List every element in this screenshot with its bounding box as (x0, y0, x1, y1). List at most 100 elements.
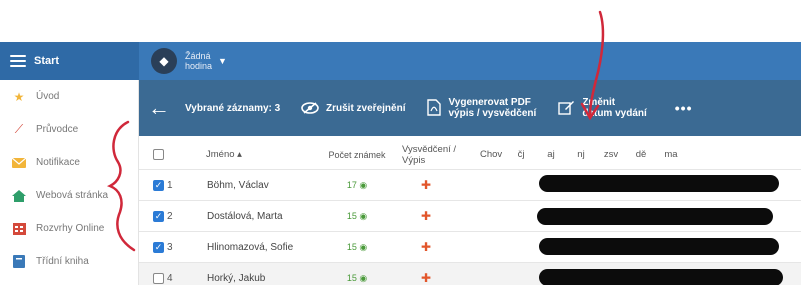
pdf-file-icon (427, 99, 442, 117)
chevron-down-icon[interactable]: ▼ (218, 56, 227, 66)
grade-count[interactable]: 17 ◉ (318, 180, 396, 191)
grade-count-value: 15 (346, 241, 357, 252)
grade-count-value: 15 (346, 272, 357, 283)
header-subject[interactable]: nj (566, 149, 596, 160)
sidebar-item-label: Úvod (36, 91, 60, 102)
change-date-button[interactable]: Změnit datum vydání (558, 97, 647, 119)
row-select-cell: ✓ 1 (139, 179, 175, 191)
sidebar-item-label: Třídní kniha (36, 256, 89, 267)
table-row[interactable]: 4 Horký, Jakub 15 ◉ ✚ (139, 263, 801, 285)
grade-count[interactable]: 15 ◉ (318, 211, 396, 222)
row-checkbox[interactable]: ✓ (153, 179, 164, 191)
select-all-cell (139, 149, 175, 160)
hamburger-icon[interactable] (10, 55, 26, 67)
sidebar-item-pruvodce[interactable]: ⟋ Průvodce (0, 113, 138, 146)
header-subject[interactable]: čj (506, 149, 536, 160)
start-menu-button[interactable]: Start (0, 42, 139, 80)
row-index: 1 (167, 179, 173, 191)
edit-icon (558, 100, 575, 116)
home-icon (12, 189, 26, 203)
row-checkbox[interactable]: ✓ (153, 210, 164, 222)
sidebar-item-tridni-kniha[interactable]: Třídní kniha (0, 245, 138, 278)
eye-icon: ◉ (356, 179, 368, 190)
header-subject[interactable]: zsv (596, 149, 626, 160)
row-checkbox[interactable]: ✓ (153, 241, 164, 253)
students-table: Jméno ▴ Počet známek Vysvědčení / Výpis … (139, 140, 801, 285)
certificate-plus-icon[interactable]: ✚ (396, 271, 476, 285)
student-name[interactable]: Horký, Jakub (175, 273, 318, 284)
sidebar-item-label: Webová stránka (36, 190, 109, 201)
selection-action-bar: ← Vybrané záznamy: 3 Zrušit zveřejnění V… (139, 80, 801, 136)
star-icon: ★ (13, 89, 25, 104)
grade-count[interactable]: 15 ◉ (318, 273, 396, 284)
row-select-cell: 4 (139, 272, 175, 284)
redaction-mark (537, 208, 773, 225)
row-select-cell: ✓ 2 (139, 210, 175, 222)
hide-publish-button[interactable]: Zrušit zveřejnění (301, 101, 406, 115)
back-arrow-icon[interactable]: ← (139, 95, 179, 121)
sidebar-item-rozvrhy-online[interactable]: Rozvrhy Online (0, 212, 138, 245)
grade-count-value: 15 (346, 210, 357, 221)
top-bar: Start ◆ Žádná hodina ▼ (0, 42, 801, 80)
certificate-plus-icon[interactable]: ✚ (396, 178, 476, 192)
student-name[interactable]: Böhm, Václav (175, 180, 318, 191)
redaction-mark (539, 269, 783, 285)
sidebar-item-webova-stranka[interactable]: Webová stránka (0, 179, 138, 212)
header-subject[interactable]: Chov (476, 149, 506, 160)
header-subject[interactable]: aj (536, 149, 566, 160)
table-row[interactable]: ✓ 2 Dostálová, Marta 15 ◉ ✚ (139, 201, 801, 232)
table-row[interactable]: ✓ 3 Hlinomazová, Sofie 15 ◉ ✚ (139, 232, 801, 263)
sidebar: ★ Úvod ⟋ Průvodce Notifikace Webová strá… (0, 80, 139, 285)
hour-line-2: hodina (185, 61, 213, 71)
row-checkbox[interactable] (153, 272, 164, 284)
change-date-line-1: Změnit (582, 97, 616, 108)
book-icon (12, 255, 26, 269)
sidebar-item-label: Rozvrhy Online (36, 223, 105, 234)
header-subject[interactable]: ma (656, 149, 686, 160)
generate-pdf-line-1: Vygenerovat PDF (448, 97, 531, 108)
hour-selector[interactable]: ◆ Žádná hodina ▼ (151, 48, 227, 74)
certificate-plus-icon[interactable]: ✚ (396, 209, 476, 223)
hide-publish-label: Zrušit zveřejnění (326, 102, 406, 114)
student-name[interactable]: Dostálová, Marta (175, 211, 318, 222)
eye-icon: ◉ (356, 210, 368, 221)
envelope-icon (12, 156, 26, 170)
header-count[interactable]: Počet známek (318, 150, 396, 160)
table-row[interactable]: ✓ 1 Böhm, Václav 17 ◉ ✚ (139, 170, 801, 201)
header-cert[interactable]: Vysvědčení / Výpis (396, 144, 476, 166)
generate-pdf-label: Vygenerovat PDF výpis / vysvědčení (448, 97, 536, 119)
change-date-label: Změnit datum vydání (582, 97, 646, 119)
redaction-mark (539, 175, 779, 192)
more-options-icon[interactable]: ••• (675, 100, 693, 116)
header-name[interactable]: Jméno ▴ (175, 149, 318, 160)
sidebar-item-label: Notifikace (36, 157, 80, 168)
eye-icon: ◉ (356, 272, 368, 283)
sidebar-item-label: Průvodce (36, 124, 79, 135)
wand-icon: ⟋ (14, 122, 24, 136)
hour-line-1: Žádná (185, 51, 211, 61)
timetable-icon (12, 222, 26, 236)
redaction-mark (539, 238, 779, 255)
start-label: Start (34, 55, 60, 67)
sidebar-item-uvod[interactable]: ★ Úvod (0, 80, 138, 113)
generate-pdf-line-2: výpis / vysvědčení (448, 108, 537, 119)
row-index: 3 (167, 241, 173, 253)
certificate-plus-icon[interactable]: ✚ (396, 240, 476, 254)
header-subject[interactable]: dě (626, 149, 656, 160)
selected-records-count: Vybrané záznamy: 3 (185, 102, 281, 114)
eye-icon: ◉ (356, 241, 368, 252)
sidebar-item-notifikace[interactable]: Notifikace (0, 146, 138, 179)
hour-avatar-icon: ◆ (151, 48, 177, 74)
eye-slash-icon (301, 101, 319, 115)
row-index: 2 (167, 210, 173, 222)
change-date-line-2: datum vydání (582, 108, 647, 119)
table-header-row: Jméno ▴ Počet známek Vysvědčení / Výpis … (139, 140, 801, 170)
grade-count[interactable]: 15 ◉ (318, 242, 396, 253)
row-select-cell: ✓ 3 (139, 241, 175, 253)
select-all-checkbox[interactable] (153, 149, 164, 160)
generate-pdf-button[interactable]: Vygenerovat PDF výpis / vysvědčení (427, 97, 536, 119)
student-name[interactable]: Hlinomazová, Sofie (175, 242, 318, 253)
grade-count-value: 17 (346, 179, 357, 190)
hour-label: Žádná hodina (185, 51, 212, 71)
row-index: 4 (167, 272, 173, 284)
